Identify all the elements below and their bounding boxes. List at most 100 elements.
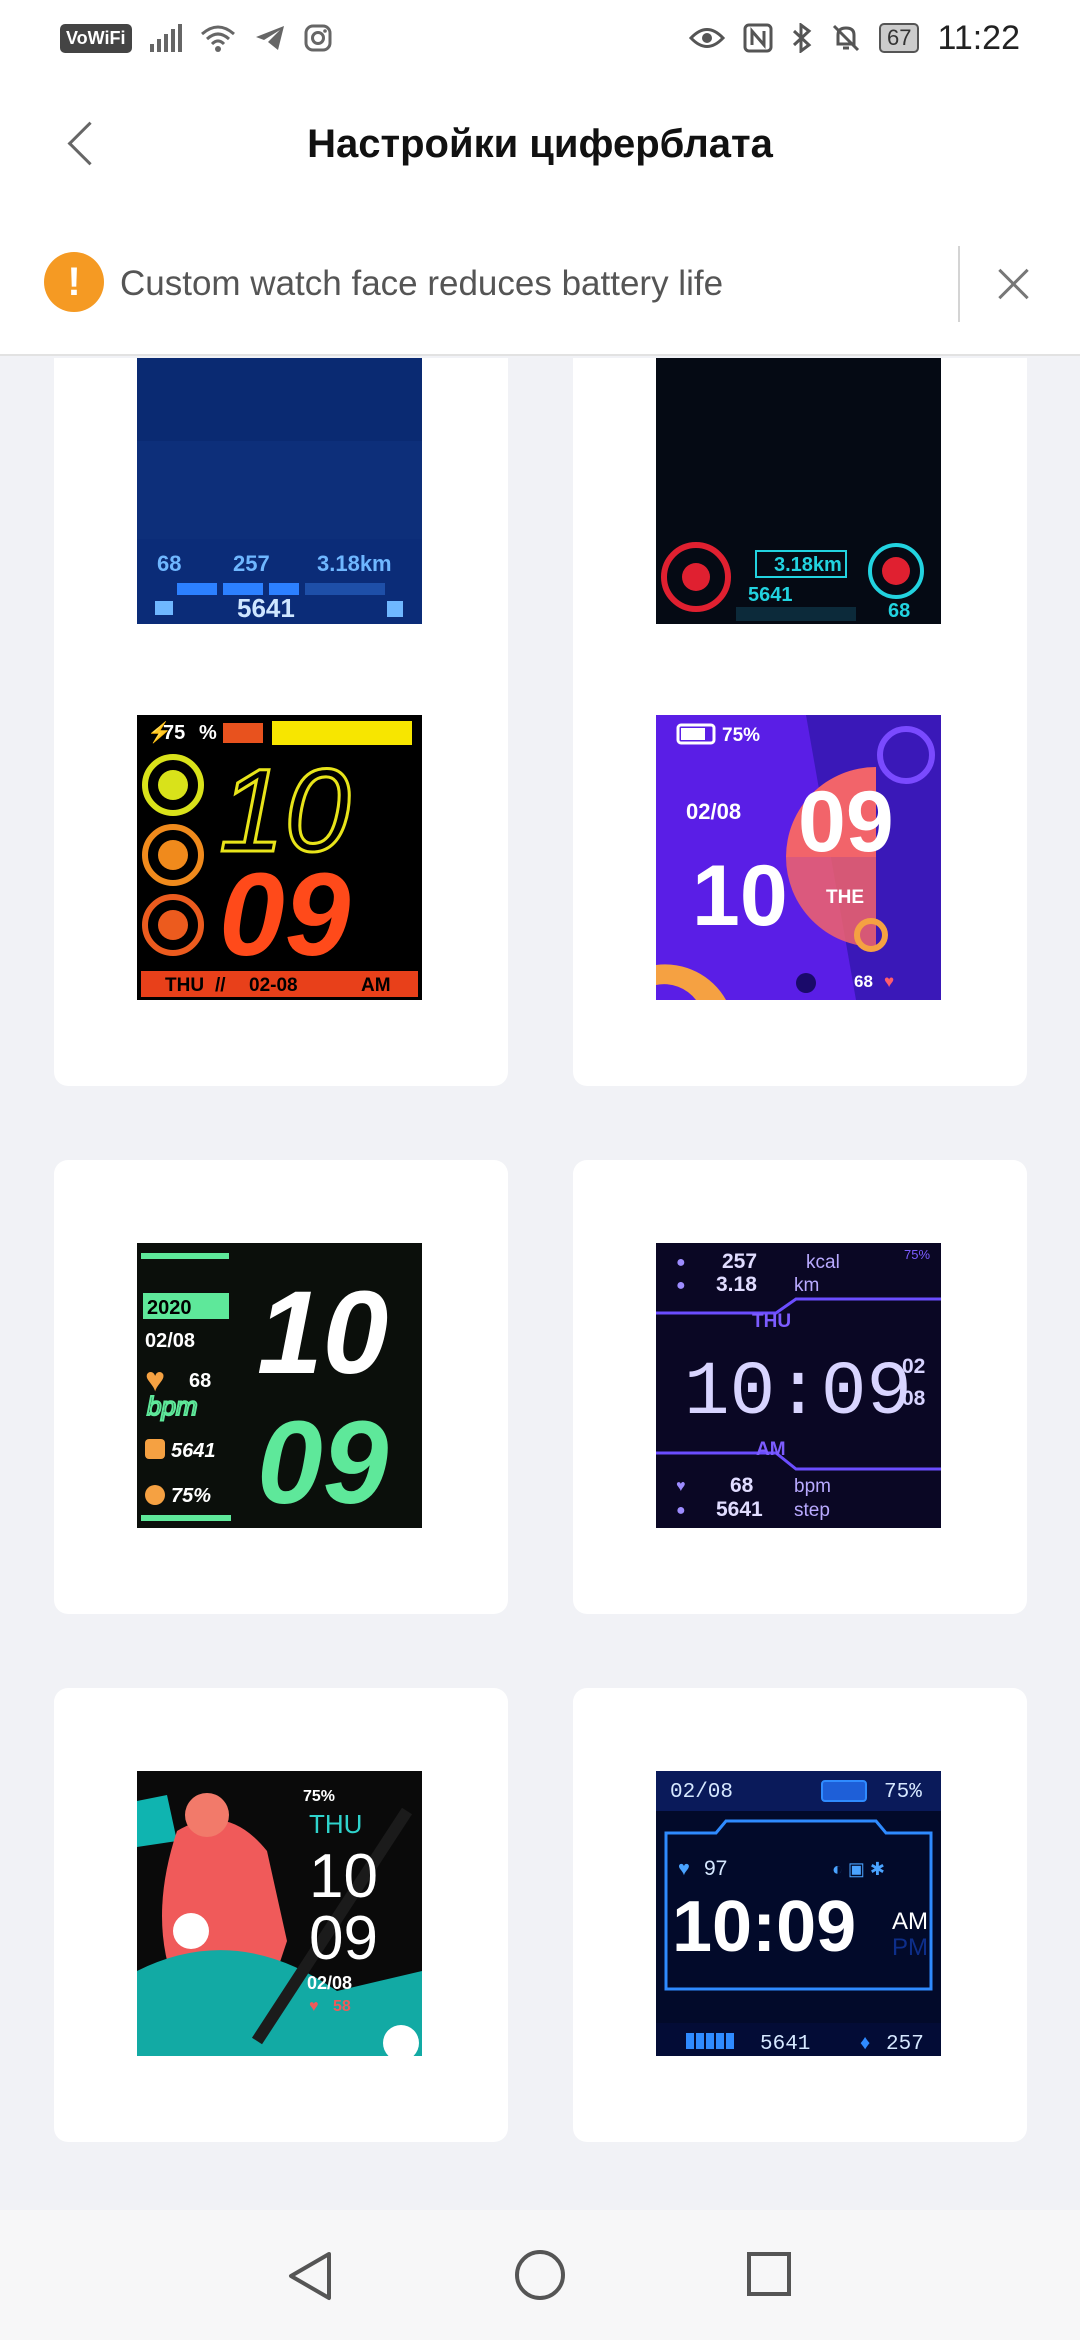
heart-rate-value: 68 bbox=[157, 551, 181, 576]
watch-face-card[interactable]: 02/08 75% ♥ 97 ◐ ▣ ✱ 10:09 AM PM 5641 ♦ … bbox=[573, 1688, 1027, 2142]
date-value: 02/08 bbox=[145, 1330, 195, 1352]
ampm-value: AM bbox=[361, 975, 391, 996]
nfc-icon bbox=[743, 23, 773, 53]
bluetooth-icon bbox=[792, 23, 812, 53]
time-value: 10:09 bbox=[672, 1887, 856, 1967]
watch-face-card[interactable]: ⚡ 75 % 10 09 THU // 02-08 AM bbox=[54, 632, 508, 1086]
svg-text:♦: ♦ bbox=[860, 2032, 870, 2054]
day-number-value: 08 bbox=[902, 1387, 926, 1410]
distance-value: 3.18km bbox=[317, 551, 392, 576]
watch-face-preview: 2020 02/08 ♥ 68 bpm 5641 75% 10 09 bbox=[137, 1243, 422, 1528]
watch-face-card[interactable]: 2020 02/08 ♥ 68 bpm 5641 75% 10 09 bbox=[54, 1160, 508, 1614]
steps-unit: step bbox=[794, 1500, 830, 1521]
divider bbox=[958, 246, 960, 322]
watch-face-grid: 68 257 3.18km 5641 3.18km 5641 68 ⚡ 75 %… bbox=[0, 358, 1080, 2210]
separator-value: // bbox=[215, 975, 226, 996]
steps-value: 5641 bbox=[760, 2033, 810, 2056]
hour-value: 10 bbox=[692, 848, 788, 944]
svg-text:♥: ♥ bbox=[676, 1478, 686, 1495]
watch-face-preview: ● 257 kcal ● 3.18 km 75% THU 10:09 02 08… bbox=[656, 1243, 941, 1528]
day-value: THU bbox=[752, 1311, 791, 1332]
telegram-icon bbox=[255, 26, 284, 50]
battery-icon: 67 bbox=[878, 23, 920, 53]
svg-text:♥: ♥ bbox=[309, 1998, 319, 2015]
battery-value: 75% bbox=[171, 1485, 211, 1507]
day-value: THU bbox=[165, 975, 204, 996]
date-value: 02/08 bbox=[307, 1973, 352, 1993]
date-value: 02/08 bbox=[670, 1781, 733, 1804]
page-title: Настройки циферблата bbox=[307, 122, 773, 166]
watch-face-preview: 75% 02/08 09 10 THE 68 ♥ bbox=[656, 715, 941, 1000]
minute-value: 09 bbox=[309, 1904, 378, 1973]
hour-value: 10 bbox=[257, 1267, 388, 1399]
distance-value: 3.18km bbox=[774, 554, 842, 576]
system-navigation-bar bbox=[0, 2210, 1080, 2340]
svg-text:♥: ♥ bbox=[884, 972, 894, 991]
heart-rate-value: 68 bbox=[888, 600, 910, 622]
time-value: 10:09 bbox=[684, 1350, 912, 1436]
heart-rate-value: 68 bbox=[189, 1370, 211, 1392]
day-value: THE bbox=[826, 887, 864, 908]
battery-value: 75% bbox=[303, 1788, 335, 1805]
wifi-icon bbox=[200, 25, 235, 52]
heart-rate-value: 58 bbox=[333, 1998, 351, 2015]
ampm-value: AM bbox=[756, 1439, 786, 1460]
watch-face-preview: ⚡ 75 % 10 09 THU // 02-08 AM bbox=[137, 715, 422, 1000]
calories-value: 257 bbox=[886, 2033, 924, 2056]
heart-rate-value: 97 bbox=[704, 1857, 727, 1880]
watch-face-preview: 75% THU 10 09 02/08 ♥ 58 bbox=[137, 1771, 422, 2056]
eye-icon bbox=[688, 28, 725, 48]
steps-value: 5641 bbox=[716, 1498, 763, 1521]
clock: 11:22 bbox=[937, 18, 1020, 57]
heart-rate-value: 68 bbox=[730, 1474, 754, 1497]
hour-value: 10 bbox=[309, 1842, 378, 1911]
calories-unit: kcal bbox=[806, 1252, 840, 1273]
minute-value: 09 bbox=[257, 1397, 389, 1528]
svg-text:●: ● bbox=[676, 1502, 686, 1519]
warning-text: Custom watch face reduces battery life bbox=[120, 264, 724, 303]
year-value: 2020 bbox=[147, 1297, 192, 1319]
watch-face-preview: 68 257 3.18km 5641 bbox=[137, 358, 422, 624]
date-value: 02/08 bbox=[686, 799, 741, 824]
watch-face-preview: 02/08 75% ♥ 97 ◐ ▣ ✱ 10:09 AM PM 5641 ♦ … bbox=[656, 1771, 941, 2056]
status-bar: VoWiFi 67 11:22 bbox=[0, 0, 1080, 76]
watch-face-card[interactable]: ● 257 kcal ● 3.18 km 75% THU 10:09 02 08… bbox=[573, 1160, 1027, 1614]
distance-value: 3.18 bbox=[716, 1273, 757, 1296]
day-value: THU bbox=[309, 1809, 362, 1839]
calories-value: 257 bbox=[233, 551, 270, 576]
distance-unit: km bbox=[794, 1275, 819, 1296]
warning-icon: ! bbox=[44, 252, 104, 312]
signal-icon bbox=[149, 24, 182, 52]
app-header: Настройки циферблата bbox=[0, 76, 1080, 216]
svg-text:●: ● bbox=[676, 1277, 686, 1294]
mute-icon bbox=[832, 24, 860, 52]
close-icon[interactable] bbox=[990, 260, 1038, 308]
steps-value: 5641 bbox=[171, 1440, 216, 1462]
am-value: AM bbox=[892, 1908, 928, 1935]
nav-home-icon[interactable] bbox=[515, 2250, 565, 2300]
minute-value: 09 bbox=[219, 849, 351, 981]
svg-text:●: ● bbox=[676, 1254, 686, 1271]
watch-face-preview: 3.18km 5641 68 bbox=[656, 358, 941, 624]
steps-value: 5641 bbox=[237, 593, 295, 623]
watch-face-card[interactable]: 75% 02/08 09 10 THE 68 ♥ bbox=[573, 632, 1027, 1086]
bpm-label: bpm bbox=[147, 1391, 198, 1421]
battery-value: 75% bbox=[722, 725, 760, 746]
calories-value: 257 bbox=[722, 1250, 757, 1273]
battery-value: 75% bbox=[904, 1247, 930, 1262]
svg-text:♥: ♥ bbox=[678, 1858, 690, 1880]
pm-value: PM bbox=[892, 1934, 928, 1961]
vowifi-icon: VoWiFi bbox=[60, 23, 132, 53]
nav-recent-icon[interactable] bbox=[747, 2252, 791, 2296]
instagram-icon bbox=[304, 24, 331, 52]
heart-rate-value: 68 bbox=[854, 972, 873, 991]
heart-rate-unit: bpm bbox=[794, 1476, 831, 1497]
watch-face-card[interactable]: 75% THU 10 09 02/08 ♥ 58 bbox=[54, 1688, 508, 2142]
battery-value: 75% bbox=[884, 1781, 922, 1804]
battery-value: 75 bbox=[163, 722, 185, 744]
month-value: 02 bbox=[902, 1355, 925, 1378]
steps-value: 5641 bbox=[748, 584, 793, 606]
nav-back-icon[interactable] bbox=[285, 2250, 335, 2302]
battery-warning-banner: ! Custom watch face reduces battery life bbox=[0, 216, 1080, 356]
date-value: 02-08 bbox=[249, 975, 298, 996]
